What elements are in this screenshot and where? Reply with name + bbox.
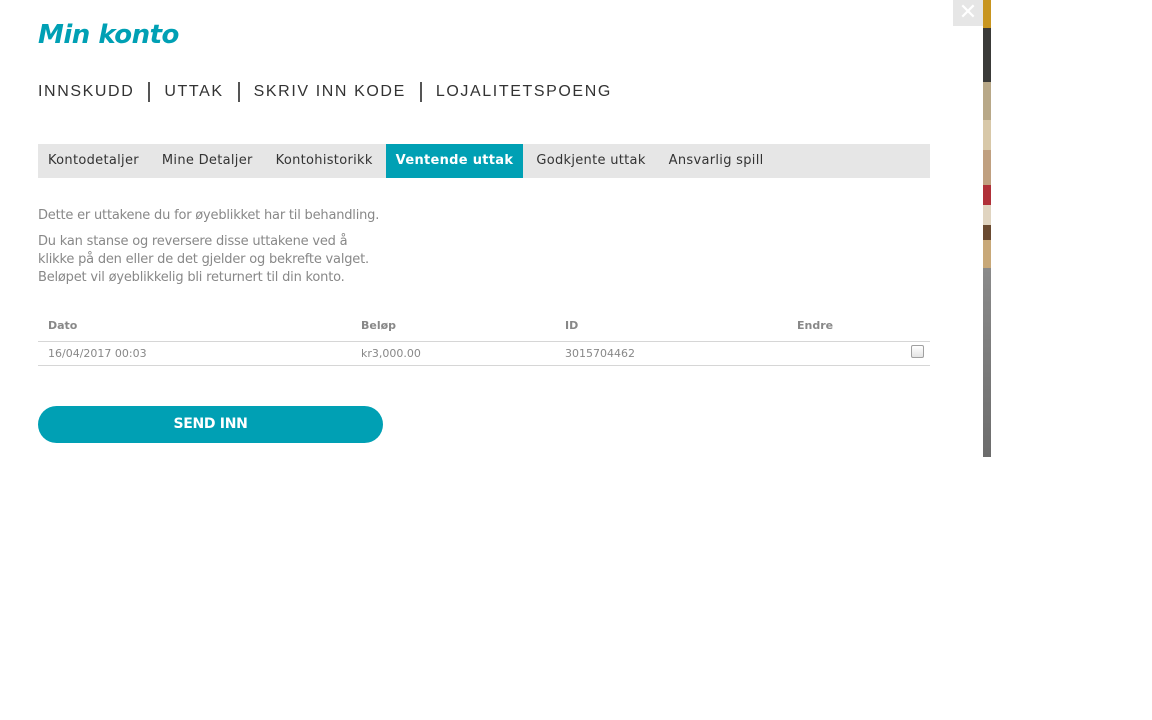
reverse-withdrawal-checkbox[interactable] [911, 345, 924, 358]
nav-divider [237, 82, 240, 102]
account-tabs: Kontodetaljer Mine Detaljer Kontohistori… [38, 144, 930, 178]
column-header-endre: Endre [797, 319, 834, 332]
page-title: Min konto [38, 20, 179, 50]
account-modal: Min konto INNSKUDD UTTAK SKRIV INN KODE … [0, 0, 953, 457]
tab-ventende-uttak[interactable]: Ventende uttak [385, 144, 524, 178]
intro-line-reverse: Du kan stanse og reversere disse uttaken… [38, 234, 369, 285]
close-button[interactable]: ✕ [953, 0, 983, 26]
cell-belop: kr3,000.00 [361, 347, 421, 360]
pending-withdrawals-table: Dato Beløp ID Endre 16/04/2017 00:03 kr3… [38, 314, 930, 366]
tab-mine-detaljer[interactable]: Mine Detaljer [152, 144, 263, 178]
nav-item-lojalitetspoeng[interactable]: LOJALITETSPOENG [436, 83, 612, 101]
tab-kontodetaljer[interactable]: Kontodetaljer [38, 144, 149, 178]
nav-item-uttak[interactable]: UTTAK [164, 83, 223, 101]
close-icon: ✕ [958, 0, 978, 25]
intro-line-pending: Dette er uttakene du for øyeblikket har … [38, 208, 380, 223]
table-row: 16/04/2017 00:03 kr3,000.00 3015704462 [38, 342, 930, 366]
background-image-strip [983, 0, 991, 457]
column-header-id: ID [565, 319, 579, 332]
page: Min konto INNSKUDD UTTAK SKRIV INN KODE … [0, 0, 1152, 720]
nav-item-innskudd[interactable]: INNSKUDD [38, 83, 134, 101]
tab-ansvarlig-spill[interactable]: Ansvarlig spill [659, 144, 774, 178]
table-header: Dato Beløp ID Endre [38, 314, 930, 342]
intro-text: Dette er uttakene du for øyeblikket har … [38, 207, 383, 295]
tab-godkjente-uttak[interactable]: Godkjente uttak [526, 144, 655, 178]
column-header-dato: Dato [48, 319, 78, 332]
column-header-belop: Beløp [361, 319, 397, 332]
cell-dato: 16/04/2017 00:03 [48, 347, 147, 360]
nav-divider [419, 82, 422, 102]
top-nav: INNSKUDD UTTAK SKRIV INN KODE LOJALITETS… [38, 80, 612, 104]
nav-item-skriv-inn-kode[interactable]: SKRIV INN KODE [254, 83, 406, 101]
tab-kontohistorikk[interactable]: Kontohistorikk [266, 144, 383, 178]
cell-id: 3015704462 [565, 347, 635, 360]
submit-button[interactable]: SEND INN [38, 406, 383, 443]
nav-divider [148, 82, 151, 102]
